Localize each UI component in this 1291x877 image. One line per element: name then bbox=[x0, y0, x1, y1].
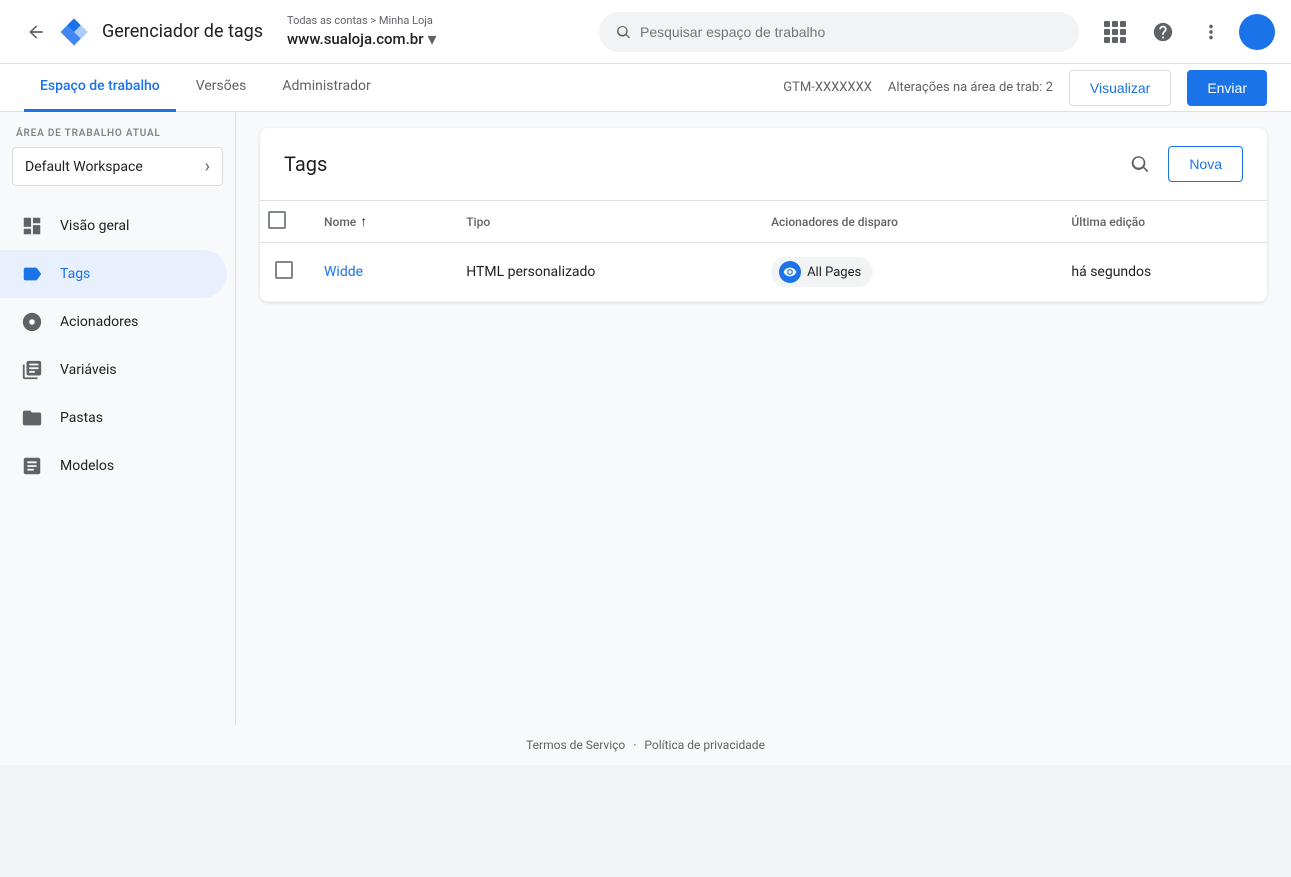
app-title: Gerenciador de tags bbox=[102, 21, 263, 42]
sidebar-item-tags[interactable]: Tags bbox=[0, 250, 227, 298]
layout: ÁREA DE TRABALHO ATUAL Default Workspace… bbox=[0, 112, 1291, 765]
templates-icon bbox=[20, 455, 44, 477]
tags-panel-title: Tags bbox=[284, 152, 327, 176]
tag-type-cell: HTML personalizado bbox=[450, 243, 755, 302]
account-url-selector[interactable]: www.sualoja.com.br ▾ bbox=[287, 29, 437, 50]
trigger-badge[interactable]: All Pages bbox=[771, 257, 873, 287]
tags-table: Nome ↑ Tipo Acionadores de disparo Últim… bbox=[260, 201, 1267, 302]
nav-tabs: Espaço de trabalho Versões Administrador… bbox=[0, 64, 1291, 112]
workspace-chevron-icon: › bbox=[205, 156, 210, 177]
header: Gerenciador de tags Todas as contas > Mi… bbox=[0, 0, 1291, 64]
visualizar-button[interactable]: Visualizar bbox=[1069, 70, 1171, 106]
search-icon bbox=[1129, 153, 1151, 175]
gtm-id: GTM-XXXXXXX bbox=[783, 80, 872, 95]
sidebar-item-label-triggers: Acionadores bbox=[60, 314, 138, 330]
name-column-header: Nome ↑ bbox=[308, 201, 450, 243]
workspace-section-label: ÁREA DE TRABALHO ATUAL bbox=[12, 128, 223, 139]
tag-name-cell: Widde bbox=[308, 243, 450, 302]
tab-versions[interactable]: Versões bbox=[180, 64, 263, 112]
tab-workspace[interactable]: Espaço de trabalho bbox=[24, 64, 176, 112]
grid-apps-button[interactable] bbox=[1095, 12, 1135, 52]
workspace-selector[interactable]: Default Workspace › bbox=[12, 147, 223, 186]
grid-icon bbox=[1104, 21, 1126, 43]
tags-search-button[interactable] bbox=[1120, 144, 1160, 184]
chevron-down-icon: ▾ bbox=[428, 29, 437, 50]
folders-icon bbox=[20, 407, 44, 429]
sidebar-item-variables[interactable]: Variáveis bbox=[0, 346, 227, 394]
name-sort[interactable]: Nome ↑ bbox=[324, 213, 367, 230]
footer-separator: · bbox=[633, 738, 636, 752]
sidebar-nav: Visão geral Tags Acionadores bbox=[0, 202, 235, 765]
header-icons bbox=[1095, 12, 1275, 52]
changes-label: Alterações na área de trab: 2 bbox=[888, 80, 1053, 95]
sidebar-item-label-folders: Pastas bbox=[60, 410, 103, 426]
footer: Termos de Serviço · Política de privacid… bbox=[0, 725, 1291, 765]
search-bar[interactable] bbox=[599, 12, 1079, 52]
account-info: Todas as contas > Minha Loja www.sualoja… bbox=[287, 14, 437, 50]
sidebar-item-label-overview: Visão geral bbox=[60, 218, 129, 234]
gtm-logo bbox=[56, 14, 92, 50]
tags-icon bbox=[20, 263, 44, 285]
sidebar-item-label-tags: Tags bbox=[60, 266, 90, 282]
tags-panel-header: Tags Nova bbox=[260, 128, 1267, 201]
more-vert-icon bbox=[1200, 21, 1222, 43]
tag-trigger-cell: All Pages bbox=[755, 243, 1055, 302]
main-content: Tags Nova Nome bbox=[236, 112, 1291, 765]
trigger-eye-icon bbox=[779, 261, 801, 283]
row-checkbox[interactable] bbox=[275, 261, 293, 279]
select-all-checkbox[interactable] bbox=[268, 211, 286, 229]
help-button[interactable] bbox=[1143, 12, 1183, 52]
tags-panel: Tags Nova Nome bbox=[260, 128, 1267, 302]
search-input[interactable] bbox=[640, 24, 1063, 40]
triggers-icon bbox=[20, 311, 44, 333]
variables-icon bbox=[20, 359, 44, 381]
tab-admin[interactable]: Administrador bbox=[266, 64, 386, 112]
trigger-label: All Pages bbox=[807, 265, 861, 280]
nova-button[interactable]: Nova bbox=[1168, 146, 1243, 182]
sidebar-item-label-variables: Variáveis bbox=[60, 362, 117, 378]
help-icon bbox=[1152, 21, 1174, 43]
terms-link[interactable]: Termos de Serviço bbox=[526, 738, 625, 752]
nav-right: GTM-XXXXXXX Alterações na área de trab: … bbox=[783, 70, 1267, 106]
sidebar-item-templates[interactable]: Modelos bbox=[0, 442, 227, 490]
tag-last-edit-cell: há segundos bbox=[1055, 243, 1267, 302]
enviar-button[interactable]: Enviar bbox=[1187, 70, 1267, 106]
sidebar-item-overview[interactable]: Visão geral bbox=[0, 202, 227, 250]
last-edit-column-header: Última edição bbox=[1055, 201, 1267, 243]
select-all-header bbox=[260, 201, 308, 243]
sort-arrow-icon: ↑ bbox=[360, 213, 367, 230]
breadcrumb: Todas as contas > Minha Loja bbox=[287, 14, 437, 27]
more-options-button[interactable] bbox=[1191, 12, 1231, 52]
tag-name-link[interactable]: Widde bbox=[324, 264, 363, 280]
table-row: Widde HTML personalizado All Pages há bbox=[260, 243, 1267, 302]
workspace-section: ÁREA DE TRABALHO ATUAL Default Workspace… bbox=[0, 112, 235, 194]
privacy-link[interactable]: Política de privacidade bbox=[644, 738, 765, 752]
tags-actions: Nova bbox=[1120, 144, 1243, 184]
sidebar-item-triggers[interactable]: Acionadores bbox=[0, 298, 227, 346]
row-checkbox-cell bbox=[260, 243, 308, 302]
workspace-name: Default Workspace bbox=[25, 159, 143, 175]
sidebar: ÁREA DE TRABALHO ATUAL Default Workspace… bbox=[0, 112, 236, 765]
trigger-column-header: Acionadores de disparo bbox=[755, 201, 1055, 243]
back-button[interactable] bbox=[16, 12, 56, 52]
sidebar-item-folders[interactable]: Pastas bbox=[0, 394, 227, 442]
type-column-header: Tipo bbox=[450, 201, 755, 243]
overview-icon bbox=[20, 215, 44, 237]
search-icon bbox=[615, 23, 632, 41]
avatar[interactable] bbox=[1239, 14, 1275, 50]
sidebar-item-label-templates: Modelos bbox=[60, 458, 114, 474]
